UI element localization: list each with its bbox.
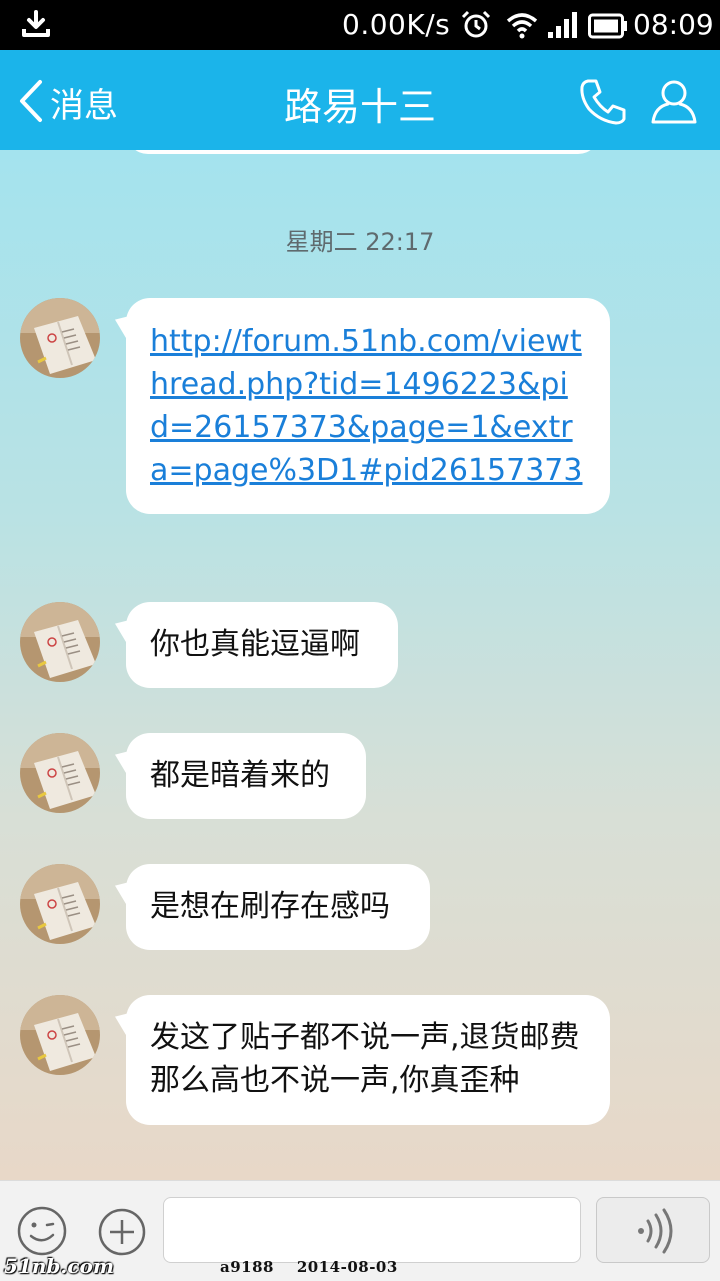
contact-avatar[interactable] xyxy=(20,602,100,682)
phone-icon[interactable] xyxy=(578,76,628,130)
voice-button[interactable] xyxy=(596,1197,710,1263)
message-list[interactable]: 星期二 22:17 http://forum.51nb.com/viewthre… xyxy=(0,150,720,1180)
message-text: 是想在刷存在感吗 xyxy=(150,889,390,924)
message-bubble[interactable]: 发这了贴子都不说一声,退货邮费那么高也不说一声,你真歪种 xyxy=(126,995,610,1125)
message-bubble[interactable]: 都是暗着来的 xyxy=(126,733,366,819)
battery-icon xyxy=(588,13,628,43)
message-input[interactable] xyxy=(163,1197,581,1263)
download-icon xyxy=(20,9,52,43)
emoji-icon[interactable] xyxy=(16,1205,68,1261)
contact-avatar[interactable] xyxy=(20,733,100,813)
message-text: 都是暗着来的 xyxy=(150,758,330,793)
message-text: 发这了贴子都不说一声,退货邮费那么高也不说一声,你真歪种 xyxy=(150,1020,580,1098)
clock: 08:09 xyxy=(633,8,714,41)
message-bubble[interactable]: 你也真能逗逼啊 xyxy=(126,602,398,688)
contact-avatar[interactable] xyxy=(20,298,100,378)
message-timestamp: 星期二 22:17 xyxy=(285,228,435,256)
chat-header: 消息 路易十三 xyxy=(0,50,720,150)
message-text: 你也真能逗逼啊 xyxy=(150,627,360,662)
network-speed: 0.00K/s xyxy=(342,8,451,41)
message-bubble-link[interactable]: http://forum.51nb.com/viewthread.php?tid… xyxy=(126,298,610,514)
profile-icon[interactable] xyxy=(648,76,700,130)
message-bubble[interactable]: 是想在刷存在感吗 xyxy=(126,864,430,950)
message-link[interactable]: http://forum.51nb.com/viewthread.php?tid… xyxy=(150,324,582,488)
alarm-icon xyxy=(460,10,492,44)
contact-avatar[interactable] xyxy=(20,864,100,944)
watermark-text: a9188 2014-08-03 xyxy=(220,1258,398,1276)
signal-icon xyxy=(546,10,578,44)
plus-icon[interactable] xyxy=(97,1207,147,1261)
watermark-logo: 51nb.com xyxy=(4,1254,114,1278)
status-bar: 0.00K/s 08:09 xyxy=(0,0,720,50)
previous-message-bubble xyxy=(126,150,600,154)
contact-avatar[interactable] xyxy=(20,995,100,1075)
wifi-icon xyxy=(505,10,539,44)
